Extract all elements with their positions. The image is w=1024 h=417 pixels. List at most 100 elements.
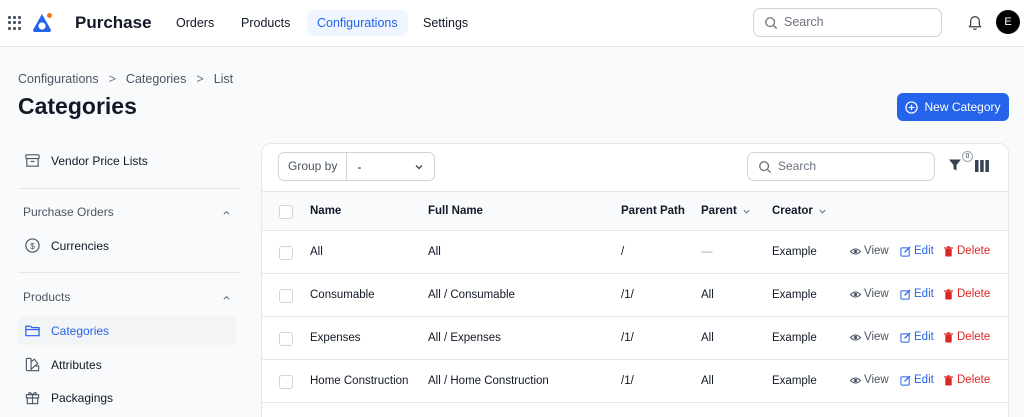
group-by-value: - — [357, 159, 362, 174]
column-header-name[interactable]: Name — [310, 205, 341, 217]
chevron-up-icon — [223, 210, 230, 215]
cell-name: Consumable — [310, 289, 375, 301]
cell-parent-path: /1/ — [621, 289, 634, 301]
edit-button[interactable]: Edit — [900, 245, 934, 257]
apps-grid-icon[interactable] — [8, 16, 22, 30]
columns-icon[interactable] — [975, 160, 989, 172]
table-search[interactable] — [747, 152, 935, 181]
table-row[interactable]: Expenses All / Expenses /1/ All Example … — [262, 317, 1008, 360]
chevron-down-icon — [415, 164, 423, 169]
sidebar-item-categories[interactable]: Categories — [18, 316, 236, 345]
eye-icon — [850, 333, 861, 341]
delete-button[interactable]: Delete — [943, 331, 990, 343]
cell-full-name: All / Consumable — [428, 289, 515, 301]
search-icon — [765, 17, 778, 30]
table-row[interactable]: Home Construction All / Home Constructio… — [262, 360, 1008, 403]
chevron-up-icon — [223, 295, 230, 300]
sidebar-item-attributes[interactable]: Attributes — [18, 350, 236, 379]
eye-icon — [850, 247, 861, 255]
sidebar-item-packagings[interactable]: Packagings — [18, 383, 236, 412]
table-row[interactable]: Consumable All / Consumable /1/ All Exam… — [262, 274, 1008, 317]
cell-full-name: All / Expenses — [428, 332, 501, 344]
top-bar: Purchase Orders Products Configurations … — [0, 0, 1024, 47]
gift-icon — [25, 392, 40, 405]
breadcrumb-categories[interactable]: Categories — [126, 72, 186, 86]
column-header-parent[interactable]: Parent — [701, 205, 751, 217]
chevron-right-icon: > — [108, 72, 116, 86]
row-checkbox[interactable] — [279, 246, 293, 260]
cell-parent: All — [701, 289, 714, 301]
search-icon — [759, 161, 772, 174]
chevron-down-icon — [743, 209, 750, 214]
cell-creator: Example — [772, 375, 817, 387]
dollar-circle-icon: $ — [25, 238, 40, 253]
global-search[interactable] — [753, 8, 942, 37]
column-header-creator[interactable]: Creator — [772, 205, 827, 217]
new-category-label: New Category — [924, 100, 1001, 114]
global-search-input[interactable] — [784, 15, 934, 29]
cell-parent: All — [701, 375, 714, 387]
nav-configurations[interactable]: Configurations — [307, 10, 408, 36]
view-button[interactable]: View — [850, 374, 889, 386]
filter-icon[interactable] — [948, 158, 962, 172]
sidebar-group-purchase-orders[interactable]: Purchase Orders — [23, 205, 231, 219]
breadcrumb-configurations[interactable]: Configurations — [18, 72, 99, 86]
edit-button[interactable]: Edit — [900, 374, 934, 386]
cell-creator: Example — [772, 246, 817, 258]
column-header-parent-path[interactable]: Parent Path — [621, 205, 685, 217]
table-search-input[interactable] — [778, 159, 928, 173]
column-header-full-name[interactable]: Full Name — [428, 205, 483, 217]
sidebar-item-vendor-price-lists[interactable]: Vendor Price Lists — [18, 146, 236, 175]
user-avatar[interactable]: E — [996, 10, 1020, 34]
swatch-icon — [25, 357, 40, 372]
cell-full-name: All — [428, 246, 441, 258]
edit-button[interactable]: Edit — [900, 288, 934, 300]
view-button[interactable]: View — [850, 245, 889, 257]
filter-count-badge: 0 — [962, 151, 973, 162]
cell-parent: All — [701, 332, 714, 344]
cell-name: All — [310, 246, 323, 258]
sidebar-item-currencies[interactable]: $ Currencies — [18, 231, 236, 260]
chevron-down-icon — [819, 209, 826, 214]
delete-button[interactable]: Delete — [943, 245, 990, 257]
sidebar-group-label: Products — [23, 290, 71, 304]
eye-icon — [850, 376, 861, 384]
nav-products[interactable]: Products — [231, 10, 300, 36]
edit-icon — [900, 288, 911, 300]
cell-parent-path: /1/ — [621, 332, 634, 344]
select-all-checkbox[interactable] — [279, 205, 293, 219]
delete-button[interactable]: Delete — [943, 288, 990, 300]
cell-creator: Example — [772, 332, 817, 344]
row-checkbox[interactable] — [279, 375, 293, 389]
page-title: Categories — [18, 93, 137, 119]
new-category-button[interactable]: New Category — [897, 93, 1009, 121]
nav-settings[interactable]: Settings — [413, 10, 478, 36]
chevron-right-icon: > — [196, 72, 204, 86]
cell-parent-path: / — [621, 246, 625, 258]
logo-icon[interactable] — [30, 11, 54, 35]
edit-icon — [900, 331, 911, 343]
group-by-select[interactable]: Group by - — [278, 152, 435, 181]
sidebar-item-label: Packagings — [51, 390, 114, 405]
row-checkbox[interactable] — [279, 289, 293, 303]
trash-icon — [943, 288, 954, 300]
view-button[interactable]: View — [850, 288, 889, 300]
group-by-label: Group by — [279, 153, 348, 180]
cell-parent-path: /1/ — [621, 375, 634, 387]
nav-orders[interactable]: Orders — [166, 10, 224, 36]
svg-text:$: $ — [30, 241, 35, 251]
cell-parent: — — [701, 246, 713, 258]
sidebar-divider — [18, 188, 240, 189]
app-brand: Purchase — [75, 13, 152, 32]
table-row[interactable]: All All / — Example View Edit Delete — [262, 231, 1008, 274]
sidebar-group-products[interactable]: Products — [23, 290, 231, 304]
row-checkbox[interactable] — [279, 332, 293, 346]
sidebar-group-label: Purchase Orders — [23, 205, 114, 219]
edit-icon — [900, 245, 911, 257]
folder-icon — [25, 325, 40, 337]
view-button[interactable]: View — [850, 331, 889, 343]
trash-icon — [943, 374, 954, 386]
edit-button[interactable]: Edit — [900, 331, 934, 343]
delete-button[interactable]: Delete — [943, 374, 990, 386]
bell-icon[interactable] — [966, 14, 984, 32]
